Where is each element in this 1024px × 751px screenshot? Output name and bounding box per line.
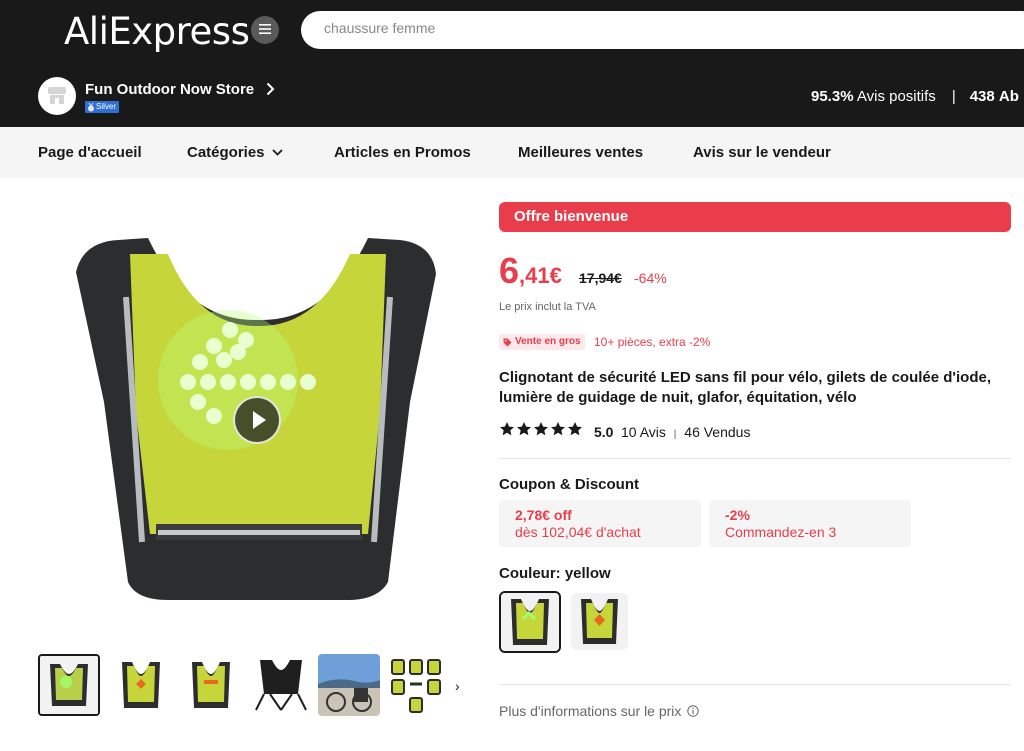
followers-label: Ab bbox=[998, 88, 1019, 105]
search-bar[interactable] bbox=[301, 11, 1024, 49]
nav-seller-reviews[interactable]: Avis sur le vendeur bbox=[693, 144, 831, 161]
divider bbox=[499, 684, 1011, 685]
color-option-yellow[interactable] bbox=[499, 591, 561, 653]
coupon-value: 2,78€ off bbox=[515, 507, 572, 523]
welcome-offer-banner: Offre bienvenue bbox=[499, 202, 1011, 232]
tag-icon bbox=[503, 338, 512, 346]
reviews-count[interactable]: 10 Avis bbox=[621, 424, 666, 440]
thumbnail-4[interactable] bbox=[250, 654, 312, 716]
coupon-card[interactable]: 2,78€ off dès 102,04€ d'achat bbox=[499, 500, 701, 547]
more-price-info[interactable]: Plus d'informations sur le prix bbox=[499, 703, 700, 719]
play-video-button[interactable] bbox=[233, 396, 281, 444]
thumbnail-6[interactable] bbox=[386, 654, 448, 716]
chevron-down-icon bbox=[271, 149, 283, 156]
coupon-condition: Commandez-en 3 bbox=[725, 524, 837, 540]
tax-note: Le prix inclut la TVA bbox=[499, 301, 596, 313]
store-name[interactable]: Fun Outdoor Now Store bbox=[85, 81, 254, 98]
nav-categories-label: Catégories bbox=[187, 144, 265, 161]
nav-promos[interactable]: Articles en Promos bbox=[334, 144, 471, 161]
reviews-summary: 10 Avis | 46 Vendus bbox=[621, 424, 750, 440]
thumbnail-2[interactable] bbox=[110, 654, 172, 716]
star-icon bbox=[500, 422, 514, 436]
followers-count: 438 bbox=[969, 88, 995, 105]
discount-percent: -64% bbox=[634, 270, 667, 286]
aliexpress-logo[interactable]: AliExpress bbox=[64, 10, 250, 54]
price-decimal: ,41€ bbox=[519, 263, 562, 288]
sold-count: 46 Vendus bbox=[684, 424, 751, 440]
thumbnail-1[interactable] bbox=[38, 654, 100, 716]
store-nav: Page d'accueil Catégories Articles en Pr… bbox=[0, 127, 1024, 178]
star-icon bbox=[517, 422, 531, 436]
original-price: 17,94€ bbox=[579, 270, 622, 286]
nav-categories[interactable]: Catégories bbox=[187, 144, 283, 161]
nav-best-sellers[interactable]: Meilleures ventes bbox=[518, 144, 643, 161]
divider bbox=[499, 458, 1011, 459]
positive-label: Avis positifs bbox=[856, 88, 936, 105]
coupon-value: -2% bbox=[725, 507, 750, 523]
info-icon bbox=[687, 705, 700, 717]
bulk-label: Vente en gros bbox=[515, 336, 581, 347]
more-info-label: Plus d'informations sur le prix bbox=[499, 703, 682, 719]
bulk-sale-badge: Vente en gros bbox=[499, 334, 585, 350]
coupon-card[interactable]: -2% Commandez-en 3 bbox=[709, 500, 911, 547]
store-avatar[interactable] bbox=[38, 77, 76, 115]
menu-icon bbox=[259, 21, 271, 39]
nav-home[interactable]: Page d'accueil bbox=[38, 144, 142, 161]
chevron-right-icon[interactable]: › bbox=[455, 678, 460, 694]
search-input[interactable] bbox=[324, 20, 824, 36]
rating-score: 5.0 bbox=[594, 424, 614, 440]
medal-icon bbox=[88, 102, 94, 111]
chevron-right-icon[interactable] bbox=[266, 82, 275, 101]
star-rating bbox=[499, 421, 583, 437]
separator: | bbox=[951, 88, 956, 105]
positive-percentage: 95.3% bbox=[811, 88, 854, 105]
store-rating-bar: 95.3% Avis positifs | 438 Ab bbox=[811, 88, 1019, 105]
star-icon bbox=[568, 422, 582, 436]
star-icon bbox=[534, 422, 548, 436]
top-header: AliExpress Fun Outdoor Now Store Silver … bbox=[0, 0, 1024, 127]
current-price: 6,41€ bbox=[499, 250, 562, 292]
play-icon bbox=[253, 411, 266, 429]
price-integer: 6 bbox=[499, 250, 520, 291]
menu-button[interactable] bbox=[251, 16, 279, 44]
star-icon bbox=[551, 422, 565, 436]
color-label: Couleur: yellow bbox=[499, 565, 611, 582]
coupon-section-title: Coupon & Discount bbox=[499, 476, 639, 493]
badge-label: Silver bbox=[96, 102, 117, 111]
thumbnail-5[interactable] bbox=[318, 654, 380, 716]
silver-badge: Silver bbox=[85, 101, 120, 113]
coupon-condition: dès 102,04€ d'achat bbox=[515, 524, 641, 540]
separator: | bbox=[673, 429, 677, 440]
bulk-offer-text: 10+ pièces, extra -2% bbox=[594, 335, 711, 349]
product-title: Clignotant de sécurité LED sans fil pour… bbox=[499, 369, 991, 406]
color-option-red[interactable] bbox=[571, 593, 628, 650]
thumbnail-3[interactable] bbox=[180, 654, 242, 716]
